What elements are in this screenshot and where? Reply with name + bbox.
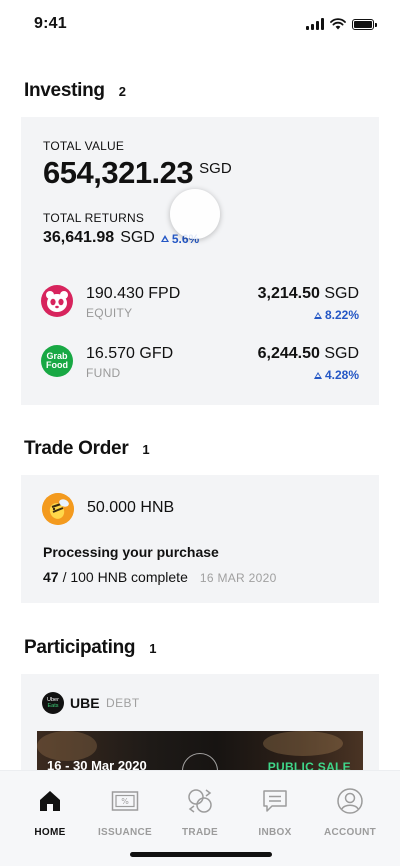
nav-label-issuance: ISSUANCE [97,827,153,838]
inbox-icon [261,787,289,815]
nav-item-trade[interactable]: TRADE [160,787,240,838]
cellular-signal-icon [306,18,324,30]
participating-count: 1 [149,641,157,656]
home-icon [36,787,64,815]
status-time: 9:41 [34,15,67,32]
trade-order-card[interactable]: 50.000 HNB Processing your purchase 47 /… [21,475,379,603]
nav-label-inbox: INBOX [258,827,292,838]
nav-label-account: ACCOUNT [323,827,377,838]
svg-text:%: % [121,797,129,806]
holding-row[interactable]: 190.430 FPD EQUITY 3,214.50 SGD 8.22% [41,285,359,329]
foodpanda-logo-icon [41,285,73,317]
honestbee-logo-icon [42,493,74,525]
holding-type: FUND [86,366,121,380]
participating-title: Participating [24,637,136,658]
holding-amount-currency: SGD [324,345,359,362]
holding-quantity: 16.570 GFD [86,345,174,362]
wifi-icon [330,18,346,30]
trade-quantity: 50.000 HNB [87,499,175,516]
holding-amount-value: 3,214.50 [257,285,320,302]
trade-status: Processing your purchase [43,544,219,560]
trade-order-header: Trade Order 1 [24,438,150,460]
battery-icon [352,18,377,30]
total-returns-label: TOTAL RETURNS [43,211,145,225]
holding-amount: 6,244.50 SGD [258,345,359,363]
total-returns-currency: SGD [120,229,155,246]
grabfood-logo-text-2: Food [46,360,68,370]
touch-indicator [170,189,220,239]
nav-item-issuance[interactable]: % ISSUANCE [85,787,165,838]
trade-progress-done: 47 [43,569,59,585]
trade-order-title: Trade Order [24,438,129,459]
total-value-amount: 654,321.23 [43,155,194,190]
holding-amount-currency: SGD [324,285,359,302]
holding-change-value: 4.28% [324,368,359,382]
up-triangle-icon [160,235,169,242]
holding-row[interactable]: Grab Food 16.570 GFD FUND 6,244.50 SGD 4… [41,345,359,389]
total-value-currency: SGD [199,160,232,177]
ubereats-logo-text-2: Eats [47,703,59,709]
up-triangle-icon [313,371,322,379]
account-icon [336,787,364,815]
nav-label-home: HOME [34,827,66,838]
holding-type: EQUITY [86,306,133,320]
banner-decoration [37,731,97,761]
trade-date: 16 MAR 2020 [199,571,277,585]
trade-order-count: 1 [142,442,150,457]
participating-name: UBE [70,695,100,711]
issuance-icon: % [111,787,139,815]
investing-count: 2 [118,84,126,99]
nav-label-trade: TRADE [182,827,218,838]
holding-change: 8.22% [313,308,359,322]
investing-card[interactable]: TOTAL VALUE 654,321.23 SGD TOTAL RETURNS… [21,117,379,405]
banner-decoration [263,731,343,756]
investing-title: Investing [24,80,105,101]
up-triangle-icon [313,311,322,319]
participating-type: DEBT [106,696,140,710]
trade-progress: 47 / 100 HNB complete 16 MAR 2020 [43,569,277,585]
grabfood-logo-icon: Grab Food [41,345,73,377]
status-icons [306,18,377,30]
holding-change: 4.28% [313,368,359,382]
total-value-label: TOTAL VALUE [43,139,125,153]
home-indicator [130,852,272,857]
ubereats-logo-icon: Uber Eats [42,692,64,714]
participating-card[interactable]: Uber Eats UBE DEBT 16 - 30 Mar 2020 PUBL… [21,674,379,784]
holding-change-value: 8.22% [324,308,359,322]
nav-item-home[interactable]: HOME [10,787,90,838]
investing-header: Investing 2 [24,80,126,102]
total-value: 654,321.23 SGD [43,155,232,191]
total-returns: 36,641.98 SGD 5.6% [43,229,199,247]
total-returns-amount: 36,641.98 [43,229,115,246]
nav-item-account[interactable]: ACCOUNT [310,787,390,838]
holding-amount: 3,214.50 SGD [258,285,359,303]
participating-header: Participating 1 [24,637,156,659]
status-bar: 9:41 [0,0,400,48]
trade-icon [186,787,214,815]
holding-amount-value: 6,244.50 [257,345,320,362]
holding-quantity: 190.430 FPD [86,285,181,302]
nav-item-inbox[interactable]: INBOX [235,787,315,838]
trade-progress-rest: / 100 HNB complete [62,569,188,585]
